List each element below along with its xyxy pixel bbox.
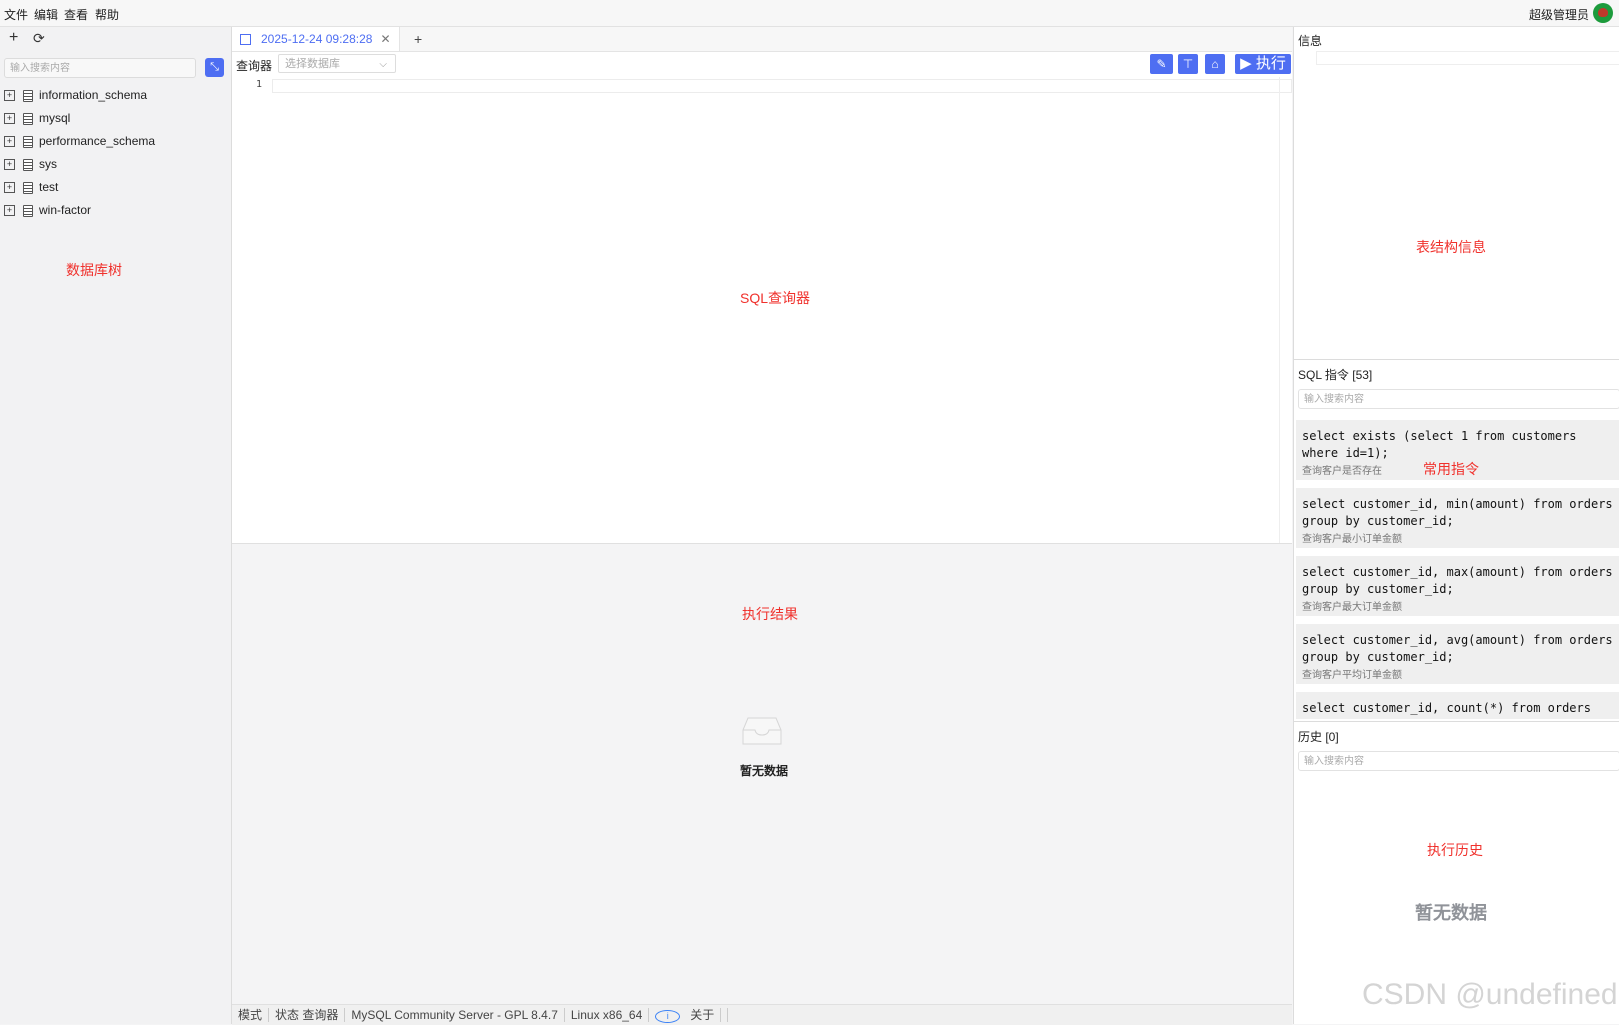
commands-annotation: 常用指令 [1423,461,1479,477]
menu-help[interactable]: 帮助 [95,6,119,23]
query-toolbar: 查询器 选择数据库 ⌵ ✎ ⊤ ⌂ ▶ 执行 [232,52,1292,78]
command-sql: select customer_id, min(amount) from ord… [1302,497,1613,528]
editor-scrollbar[interactable] [1279,77,1292,543]
divider [1294,721,1619,722]
sql-editor[interactable]: 1 SQL查询器 [232,77,1292,544]
database-tree-annotation: 数据库树 [66,262,122,278]
tree-item-label: mysql [39,111,71,125]
commands-search-input[interactable]: 输入搜索内容 [1298,389,1619,409]
info-icon: i [655,1010,681,1023]
run-button[interactable]: ▶ 执行 [1235,54,1291,74]
edit-icon [240,34,251,46]
tree-item-information-schema[interactable]: + information_schema [4,85,147,105]
command-item[interactable]: select customer_id, avg(amount) from ord… [1296,624,1619,684]
tree-item-label: win-factor [39,203,92,217]
clear-icon[interactable]: ⌂ [1205,54,1225,74]
command-desc: 查询客户平均订单金额 [1302,670,1402,681]
expand-icon[interactable]: + [4,136,15,148]
status-bar: 模式 状态 查询器 MySQL Community Server - GPL 8.4… [232,1004,1292,1025]
history-title: 历史 [0] [1298,730,1339,744]
divider [1294,359,1619,360]
sql-editor-annotation: SQL查询器 [740,290,811,306]
info-annotation: 表结构信息 [1416,239,1486,255]
add-icon[interactable]: + [9,30,18,46]
database-icon [23,181,33,194]
database-icon [23,89,33,102]
info-header-field [1316,51,1619,65]
run-label: 执行 [1255,55,1286,72]
tab-bar: 2025-12-24 09:28:28 ✕ + [232,27,1292,52]
info-title: 信息 [1298,34,1323,48]
close-icon[interactable]: ✕ [380,32,390,46]
about-label: 关于 [684,1008,722,1022]
command-desc: 查询客户最小订单金额 [1302,534,1402,545]
query-label: 查询器 [236,59,273,73]
chevron-down-icon: ⌵ [379,59,387,70]
menu-view[interactable]: 查看 [64,6,88,23]
watermark: CSDN @undefined [1362,978,1618,1011]
tree-item-win-factor[interactable]: + win-factor [4,200,91,220]
right-panel: 信息 表结构信息 SQL 指令 [53] 输入搜索内容 select exist… [1293,27,1619,1024]
tree-item-test[interactable]: + test [4,177,58,197]
history-empty-text: 暂无数据 [1415,903,1487,923]
command-item[interactable]: select customer_id, count(*) from orders [1296,692,1619,719]
tree-item-label: performance_schema [39,134,156,148]
tab-query[interactable]: 2025-12-24 09:28:28 ✕ [232,27,400,51]
command-sql: select customer_id, avg(amount) from ord… [1302,633,1613,664]
tree-item-label: sys [39,157,57,171]
add-tab-icon[interactable]: + [414,31,422,47]
editor-gutter [232,77,272,543]
results-empty-text: 暂无数据 [740,764,789,778]
command-sql: select customer_id, max(amount) from ord… [1302,565,1613,596]
avatar[interactable] [1593,3,1613,23]
empty-inbox-icon [742,717,782,745]
results-panel: 执行结果 暂无数据 [232,544,1292,1004]
user-name[interactable]: 超级管理员 [1529,6,1589,23]
command-sql: select exists (select 1 from customers w… [1302,429,1577,460]
status-mode: 模式 [232,1008,270,1022]
collapse-icon[interactable]: ⤡ [205,58,224,77]
brush-icon[interactable]: ⊤ [1178,54,1198,74]
tree-item-sys[interactable]: + sys [4,154,57,174]
sidebar-search-input[interactable]: 输入搜索内容 [4,58,196,78]
commands-title: SQL 指令 [53] [1298,368,1373,382]
expand-icon[interactable]: + [4,113,15,125]
history-search-input[interactable]: 输入搜索内容 [1298,751,1619,771]
expand-icon[interactable]: + [4,159,15,171]
expand-icon[interactable]: + [4,205,15,217]
menubar: 文件 编辑 查看 帮助 超级管理员 [0,0,1619,27]
expand-icon[interactable]: + [4,90,15,102]
tree-item-mysql[interactable]: + mysql [4,108,70,128]
database-icon [23,204,33,217]
tree-item-label: test [39,180,59,194]
format-icon[interactable]: ✎ [1150,54,1173,74]
about-link[interactable]: i 关于 [649,1008,729,1023]
command-item[interactable]: select customer_id, min(amount) from ord… [1296,488,1619,548]
current-line[interactable] [272,79,1292,93]
menu-edit[interactable]: 编辑 [34,6,58,23]
tab-label: 2025-12-24 09:28:28 [261,32,373,46]
tree-item-label: information_schema [39,88,148,102]
results-annotation: 执行结果 [742,606,798,622]
menu-file[interactable]: 文件 [4,6,28,23]
command-desc: 查询客户最大订单金额 [1302,602,1402,613]
tree-item-performance-schema[interactable]: + performance_schema [4,131,155,151]
database-icon [23,112,33,125]
database-icon [23,158,33,171]
command-desc: 查询客户是否存在 [1302,466,1382,477]
expand-icon[interactable]: + [4,182,15,194]
command-item[interactable]: select customer_id, max(amount) from ord… [1296,556,1619,616]
database-select[interactable]: 选择数据库 ⌵ [278,54,396,73]
history-annotation: 执行历史 [1427,842,1483,858]
database-select-placeholder: 选择数据库 [285,58,340,70]
database-icon [23,135,33,148]
command-sql: select customer_id, count(*) from orders [1302,701,1591,715]
status-state: 状态 查询器 [269,1008,346,1022]
refresh-icon[interactable]: ⟳ [33,30,45,46]
line-number: 1 [256,79,263,90]
status-server: MySQL Community Server - GPL 8.4.7 [345,1008,565,1022]
status-platform: Linux x86_64 [564,1008,650,1022]
